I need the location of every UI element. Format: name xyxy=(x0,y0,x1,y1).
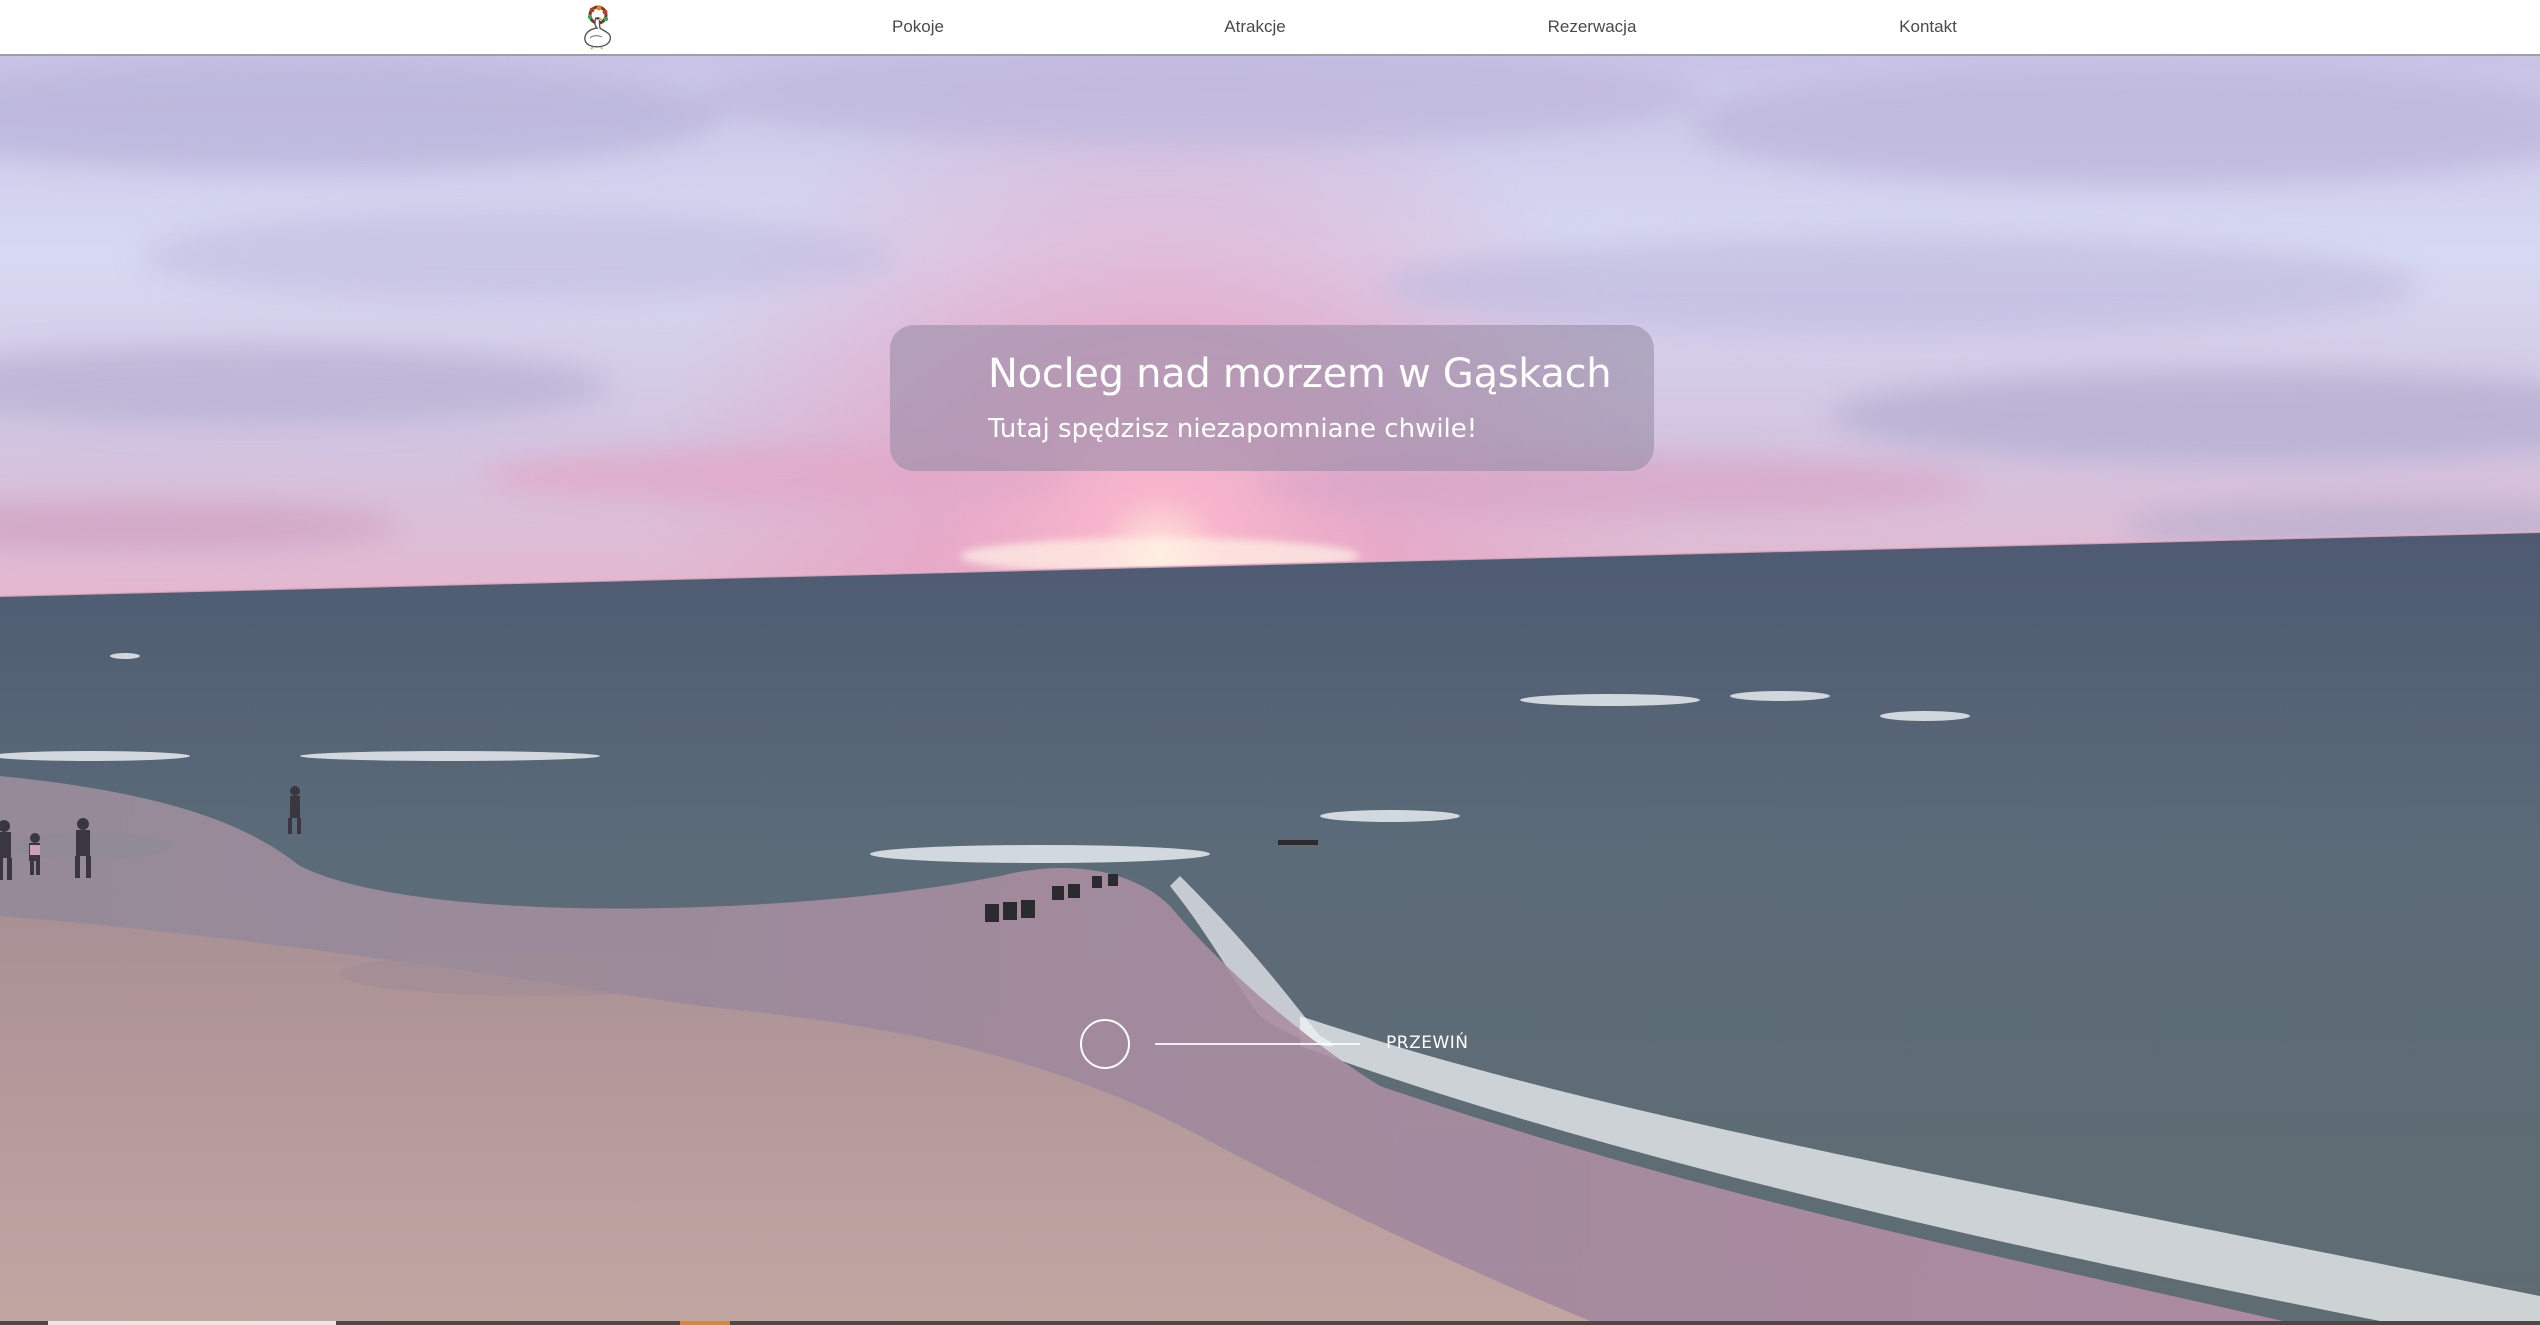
nav-link-atrakcje[interactable]: Atrakcje xyxy=(1224,0,1285,54)
nav-link-pokoje[interactable]: Pokoje xyxy=(892,0,944,54)
scroll-divider-line xyxy=(1155,1043,1360,1045)
hero-subtitle: Tutaj spędzisz niezapomniane chwile! xyxy=(988,414,1478,444)
hero-section: Nocleg nad morzem w Gąskach Tutaj spędzi… xyxy=(0,56,2540,1325)
nav-link-rezerwacja[interactable]: Rezerwacja xyxy=(1548,0,1637,54)
beach-sunset-image xyxy=(0,56,2540,1325)
hero-card: Nocleg nad morzem w Gąskach Tutaj spędzi… xyxy=(890,325,1654,471)
hero-title: Nocleg nad morzem w Gąskach xyxy=(988,351,1612,397)
bottom-bar-accent xyxy=(680,1321,730,1325)
bottom-strip xyxy=(0,1321,2540,1325)
page: Pokoje Atrakcje Rezerwacja Kontakt Nocle… xyxy=(0,0,2540,1325)
bottom-bar-segment xyxy=(48,1321,336,1325)
top-navigation: Pokoje Atrakcje Rezerwacja Kontakt xyxy=(0,0,2540,56)
nav-link-kontakt[interactable]: Kontakt xyxy=(1899,0,1957,54)
scroll-circle-icon[interactable] xyxy=(1080,1019,1130,1069)
goose-logo-icon[interactable] xyxy=(575,4,619,50)
scroll-button-label[interactable]: PRZEWIŃ xyxy=(1386,1031,1469,1055)
